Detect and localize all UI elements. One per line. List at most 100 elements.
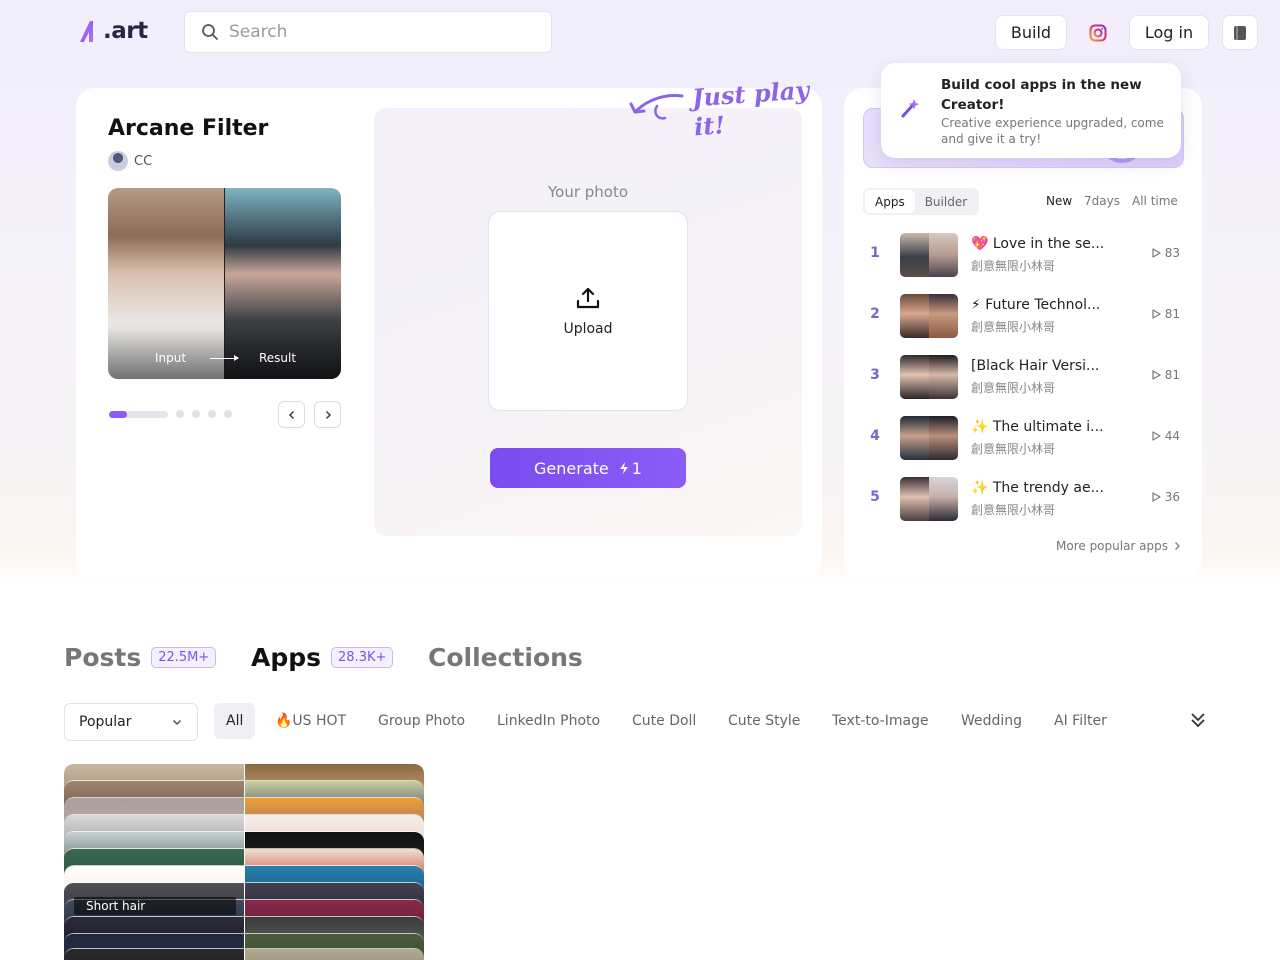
search-box[interactable] bbox=[184, 11, 552, 53]
carousel-progress bbox=[109, 410, 168, 418]
tab-apps-feed[interactable]: Apps 28.3K+ bbox=[251, 643, 394, 672]
category-text-to-image[interactable]: Text-to-Image bbox=[832, 703, 929, 739]
rank-number: 5 bbox=[870, 489, 880, 505]
play-count-value: 81 bbox=[1164, 368, 1180, 382]
app-author: 創意無限小林哥 bbox=[971, 503, 1056, 517]
sort-value: Popular bbox=[79, 714, 132, 730]
category-us-hot[interactable]: 🔥US HOT bbox=[275, 703, 346, 739]
instagram-icon bbox=[1089, 24, 1107, 41]
tab-builder[interactable]: Builder bbox=[915, 190, 977, 213]
search-icon bbox=[202, 24, 218, 40]
tab-collections[interactable]: Collections bbox=[428, 643, 583, 672]
play-count-value: 44 bbox=[1164, 429, 1180, 443]
app-author: 創意無限小林哥 bbox=[971, 442, 1056, 456]
category-wedding[interactable]: Wedding bbox=[961, 703, 1022, 739]
rank-number: 4 bbox=[870, 428, 880, 444]
play-icon bbox=[1152, 492, 1161, 502]
category-group-photo[interactable]: Group Photo bbox=[378, 703, 465, 739]
category-cute-doll[interactable]: Cute Doll bbox=[632, 703, 696, 739]
ranking-row[interactable]: 3 [Black Hair Versi... 創意無限小林哥 81 bbox=[863, 352, 1184, 402]
arrow-right-icon bbox=[210, 355, 239, 361]
logo-mark-icon bbox=[77, 18, 103, 44]
logo-text: .art bbox=[103, 18, 148, 44]
play-count-value: 36 bbox=[1164, 490, 1180, 504]
play-count: 83 bbox=[1150, 246, 1180, 260]
instagram-button[interactable] bbox=[1080, 15, 1116, 50]
upload-icon bbox=[576, 287, 600, 309]
play-count: 36 bbox=[1150, 490, 1180, 504]
book-icon bbox=[1234, 25, 1246, 40]
app-thumbnail bbox=[900, 294, 958, 338]
app-name: ✨ The ultimate i... bbox=[971, 419, 1104, 435]
result-label: Result bbox=[259, 351, 297, 365]
category-all[interactable]: All bbox=[214, 703, 256, 739]
rank-number: 2 bbox=[870, 306, 880, 322]
library-button[interactable] bbox=[1222, 15, 1258, 50]
sort-select[interactable]: Popular bbox=[64, 703, 198, 741]
category-cute-style[interactable]: Cute Style bbox=[728, 703, 800, 739]
app-thumbnail bbox=[900, 416, 958, 460]
app-name: [Black Hair Versi... bbox=[971, 358, 1100, 374]
carousel-dot[interactable] bbox=[192, 410, 200, 418]
app-card-stack[interactable]: Short hair bbox=[64, 763, 424, 960]
ranking-row[interactable]: 5 ✨ The trendy ae... 創意無限小林哥 36 bbox=[863, 474, 1184, 524]
ranking-row[interactable]: 4 ✨ The ultimate i... 創意無限小林哥 44 bbox=[863, 413, 1184, 463]
play-count: 44 bbox=[1150, 429, 1180, 443]
chevron-right-icon bbox=[325, 410, 331, 419]
generate-label: Generate bbox=[534, 458, 609, 478]
period-all-time[interactable]: All time bbox=[1132, 194, 1178, 208]
app-author: 創意無限小林哥 bbox=[971, 381, 1056, 395]
lightning-icon bbox=[619, 462, 628, 474]
play-count: 81 bbox=[1150, 307, 1180, 321]
credit-cost: 1 bbox=[619, 459, 642, 478]
play-icon bbox=[1152, 309, 1161, 319]
carousel-dot[interactable] bbox=[224, 410, 232, 418]
apps-count-badge: 28.3K+ bbox=[331, 647, 394, 668]
just-play-it-annotation: Just play it! bbox=[627, 75, 847, 141]
more-popular-apps-link[interactable]: More popular apps bbox=[1056, 539, 1182, 553]
play-icon bbox=[1152, 431, 1161, 441]
ranking-row[interactable]: 1 💖 Love in the se... 創意無限小林哥 83 bbox=[863, 230, 1184, 280]
rank-number: 1 bbox=[870, 245, 880, 261]
play-count: 81 bbox=[1150, 368, 1180, 382]
tooltip-subtitle: Creative experience upgraded, come and g… bbox=[941, 116, 1164, 146]
generate-button[interactable]: Generate 1 bbox=[490, 448, 686, 488]
app-thumbnail bbox=[900, 477, 958, 521]
carousel-next-button[interactable] bbox=[314, 401, 341, 428]
app-thumbnail bbox=[900, 233, 958, 277]
carousel-prev-button[interactable] bbox=[278, 401, 305, 428]
ranking-row[interactable]: 2 ⚡ Future Technol... 創意無限小林哥 81 bbox=[863, 291, 1184, 341]
carousel-dot[interactable] bbox=[176, 410, 184, 418]
your-photo-label: Your photo bbox=[547, 183, 629, 201]
card-caption: Short hair bbox=[74, 897, 236, 915]
posts-count-badge: 22.5M+ bbox=[151, 647, 217, 668]
chevron-down-icon bbox=[173, 720, 181, 725]
search-input[interactable] bbox=[229, 22, 529, 42]
build-button[interactable]: Build bbox=[995, 15, 1067, 50]
avatar bbox=[108, 151, 128, 171]
site-logo[interactable]: .art bbox=[77, 16, 148, 46]
upload-dropzone[interactable]: Upload bbox=[488, 211, 688, 411]
period-7days[interactable]: 7days bbox=[1084, 194, 1120, 208]
tab-apps[interactable]: Apps bbox=[865, 190, 915, 213]
rank-number: 3 bbox=[870, 367, 880, 383]
chevron-left-icon bbox=[288, 410, 294, 419]
double-chevron-down-icon[interactable] bbox=[1188, 710, 1208, 730]
category-ai-filter[interactable]: AI Filter bbox=[1054, 703, 1107, 739]
just-play-it-text: Just play it! bbox=[691, 75, 811, 142]
creator-tooltip[interactable]: Build cool apps in the new Creator! Crea… bbox=[881, 63, 1181, 158]
category-linkedin-photo[interactable]: LinkedIn Photo bbox=[497, 703, 600, 739]
credit-cost-value: 1 bbox=[631, 458, 642, 478]
tooltip-title: Build cool apps in the new Creator! bbox=[941, 77, 1142, 113]
carousel-dot[interactable] bbox=[208, 410, 216, 418]
tab-apps-label: Apps bbox=[251, 643, 322, 672]
tab-collections-label: Collections bbox=[428, 643, 583, 672]
app-name: 💖 Love in the se... bbox=[971, 236, 1105, 252]
before-after-preview: Input Result bbox=[108, 188, 341, 379]
period-new[interactable]: New bbox=[1046, 194, 1072, 208]
tab-posts[interactable]: Posts 22.5M+ bbox=[64, 643, 217, 672]
ranking-type-tabs: Apps Builder bbox=[863, 188, 980, 215]
app-author[interactable]: CC bbox=[108, 151, 152, 171]
app-name: ⚡ Future Technol... bbox=[971, 297, 1101, 313]
login-button[interactable]: Log in bbox=[1129, 15, 1209, 50]
